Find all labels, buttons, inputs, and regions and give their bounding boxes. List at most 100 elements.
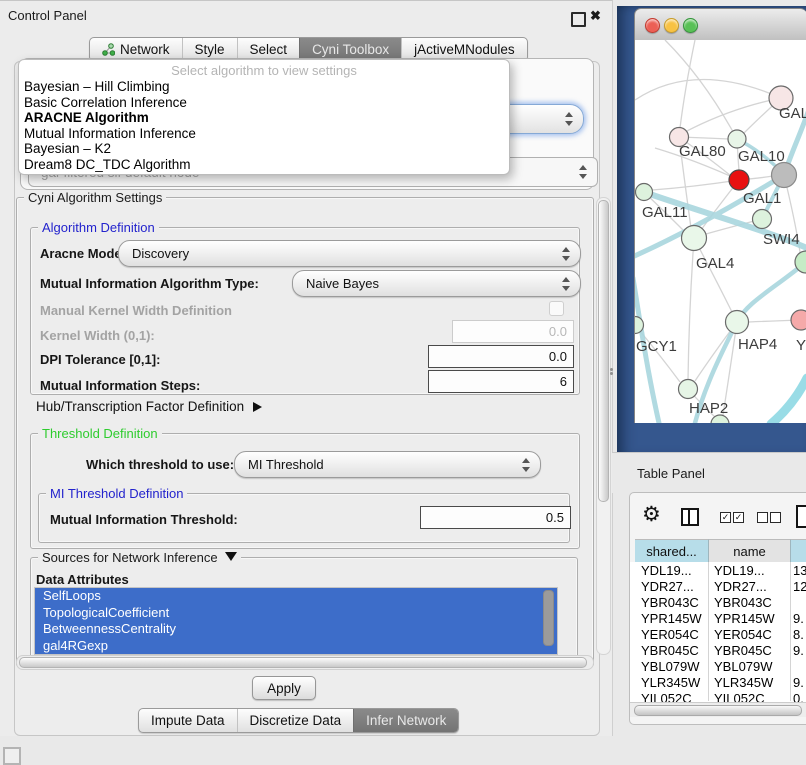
threshold-definition-title: Threshold Definition bbox=[38, 426, 162, 441]
node-gal11[interactable] bbox=[636, 184, 653, 201]
label-gal80: GAL80 bbox=[679, 143, 726, 160]
dropdown-item[interactable]: Mutual Information Inference bbox=[19, 126, 509, 142]
node-hap4[interactable] bbox=[726, 311, 749, 334]
network-view-canvas[interactable]: GAL GAL80 GAL10 GAL1 GAL11 GAL4 SWI4 GCY… bbox=[634, 40, 806, 423]
label-gal1: GAL1 bbox=[743, 190, 781, 207]
kernel-width-label: Kernel Width (0,1): bbox=[40, 328, 155, 343]
network-window-titlebar[interactable] bbox=[634, 8, 806, 42]
label-hap2: HAP2 bbox=[689, 400, 728, 417]
dropdown-item-aracne[interactable]: ARACNE Algorithm bbox=[19, 110, 509, 126]
node-gal10[interactable] bbox=[728, 130, 746, 148]
minimize-traffic-light-icon[interactable] bbox=[664, 18, 679, 33]
tab-impute-data[interactable]: Impute Data bbox=[139, 709, 237, 732]
dpi-tolerance-field[interactable]: 0.0 bbox=[428, 345, 574, 368]
sources-title[interactable]: Sources for Network Inference bbox=[38, 550, 241, 565]
select-all-checkbox-icon[interactable]: ✓ bbox=[720, 512, 731, 523]
float-window-icon[interactable] bbox=[571, 12, 586, 27]
column-header-shared[interactable]: shared... bbox=[635, 539, 709, 564]
node-gal1-selected[interactable] bbox=[729, 170, 749, 190]
dpi-tolerance-label: DPI Tolerance [0,1]: bbox=[40, 352, 160, 367]
hub-definition-expander[interactable]: Hub/Transcription Factor Definition bbox=[36, 399, 262, 414]
dropdown-item[interactable]: Bayesian – K2 bbox=[19, 141, 509, 157]
aracne-mode-label: Aracne Mode: bbox=[40, 246, 126, 261]
dropdown-item[interactable]: Bayesian – Hill Climbing bbox=[19, 79, 509, 95]
label-swi4: SWI4 bbox=[763, 231, 800, 248]
node-gal4[interactable] bbox=[682, 226, 707, 251]
settings-vertical-scrollbar[interactable] bbox=[596, 197, 611, 655]
node-salmon[interactable] bbox=[791, 310, 806, 330]
table-row[interactable]: YDL19...YDL19...13 bbox=[630, 563, 806, 579]
attribute-item-selected[interactable]: TopologicalCoefficient bbox=[35, 605, 557, 622]
table-row[interactable]: YPR145WYPR145W9. bbox=[630, 611, 806, 627]
table-row[interactable]: YER054CYER054C8. bbox=[630, 627, 806, 643]
table-row[interactable]: YLR345WYLR345W9. bbox=[630, 675, 806, 691]
tab-label: Style bbox=[195, 42, 225, 57]
dropdown-item[interactable]: Basic Correlation Inference bbox=[19, 95, 509, 111]
gear-icon[interactable]: ⚙ bbox=[642, 502, 661, 527]
table-row[interactable]: YBR045CYBR045C9. bbox=[630, 643, 806, 659]
which-threshold-combo[interactable]: MI Threshold bbox=[234, 451, 541, 478]
column-header-clipped[interactable] bbox=[791, 539, 806, 564]
data-attributes-label: Data Attributes bbox=[36, 572, 129, 587]
cyni-settings-title: Cyni Algorithm Settings bbox=[24, 190, 166, 205]
scrollbar-thumb[interactable] bbox=[598, 200, 609, 502]
table-panel-title: Table Panel bbox=[637, 466, 705, 481]
attribute-item-selected[interactable]: SelfLoops bbox=[35, 588, 557, 605]
apply-button[interactable]: Apply bbox=[252, 676, 316, 700]
table-row[interactable]: YBL079WYBL079W bbox=[630, 659, 806, 675]
tab-label: Discretize Data bbox=[250, 713, 342, 728]
kernel-width-field[interactable]: 0.0 bbox=[452, 320, 574, 343]
mi-threshold-title: MI Threshold Definition bbox=[46, 486, 187, 501]
deselect-all-checkbox-icon[interactable] bbox=[757, 512, 768, 523]
node-gray[interactable] bbox=[772, 163, 797, 188]
label-gal11: GAL11 bbox=[642, 204, 688, 221]
manual-kernel-checkbox[interactable] bbox=[549, 301, 564, 316]
table-row[interactable]: YDR27...YDR27...12 bbox=[630, 579, 806, 595]
attribute-item-selected[interactable]: BetweennessCentrality bbox=[35, 621, 557, 638]
tab-label: Select bbox=[250, 42, 288, 57]
grid-line bbox=[790, 562, 791, 701]
table-panel: ⚙ ✓ ✓ shared... name .th{top:46px;} YDL1… bbox=[629, 492, 806, 725]
node-hap2[interactable] bbox=[679, 380, 698, 399]
sources-title-label: Sources for Network Inference bbox=[42, 550, 218, 565]
tab-infer-network[interactable]: Infer Network bbox=[353, 709, 458, 732]
tab-label: Network bbox=[120, 42, 170, 57]
select-all-checkbox-icon2[interactable]: ✓ bbox=[733, 512, 744, 523]
mi-steps-field[interactable]: 6 bbox=[428, 370, 574, 393]
table-row[interactable]: YBR043CYBR043C bbox=[630, 595, 806, 611]
minimized-panel-icon[interactable] bbox=[3, 747, 21, 765]
table-body: YDL19...YDL19...13 YDR27...YDR27...12 YB… bbox=[630, 562, 806, 702]
scrollbar-thumb[interactable] bbox=[634, 705, 802, 716]
table-horizontal-scrollbar[interactable] bbox=[630, 702, 806, 717]
table-panel-header: Table Panel bbox=[612, 452, 806, 493]
aracne-mode-combo[interactable]: Discovery bbox=[118, 240, 581, 267]
node-swi4[interactable] bbox=[753, 210, 772, 229]
hub-definition-label: Hub/Transcription Factor Definition bbox=[36, 399, 244, 414]
attribute-item-selected[interactable]: gal4RGexp bbox=[35, 638, 557, 655]
combo-stepper-icon bbox=[522, 458, 531, 472]
attribute-list-scrollbar[interactable] bbox=[543, 590, 554, 646]
settings-horizontal-scrollbar[interactable] bbox=[16, 655, 594, 670]
dpi-tolerance-value: 0.0 bbox=[549, 349, 567, 364]
table-row[interactable]: YIL052CYIL052C0. bbox=[630, 691, 806, 702]
dropdown-item[interactable]: Dream8 DC_TDC Algorithm bbox=[19, 157, 509, 173]
column-layout-icon[interactable] bbox=[681, 508, 699, 526]
cyni-bottom-tabbar: Impute Data Discretize Data Infer Networ… bbox=[138, 708, 459, 733]
scrollbar-thumb[interactable] bbox=[19, 657, 587, 668]
mi-type-label: Mutual Information Algorithm Type: bbox=[40, 276, 259, 291]
data-attributes-list: SelfLoops TopologicalCoefficient Between… bbox=[34, 587, 558, 655]
panel-splitter-grip[interactable] bbox=[610, 367, 615, 376]
close-icon[interactable]: ✖ bbox=[590, 8, 601, 24]
column-header-name[interactable]: name bbox=[709, 539, 791, 564]
mi-steps-value: 6 bbox=[560, 374, 567, 389]
close-traffic-light-icon[interactable] bbox=[645, 18, 660, 33]
collapse-arrow-icon bbox=[225, 552, 237, 561]
zoom-traffic-light-icon[interactable] bbox=[683, 18, 698, 33]
tab-discretize-data[interactable]: Discretize Data bbox=[237, 709, 354, 732]
tab-label: Cyni Toolbox bbox=[312, 42, 389, 57]
deselect-all-checkbox-icon2[interactable] bbox=[770, 512, 781, 523]
mi-type-combo[interactable]: Naive Bayes bbox=[292, 270, 581, 297]
mi-type-value: Naive Bayes bbox=[306, 276, 379, 291]
new-table-icon[interactable] bbox=[796, 505, 806, 528]
mi-threshold-field[interactable]: 0.5 bbox=[420, 506, 571, 529]
